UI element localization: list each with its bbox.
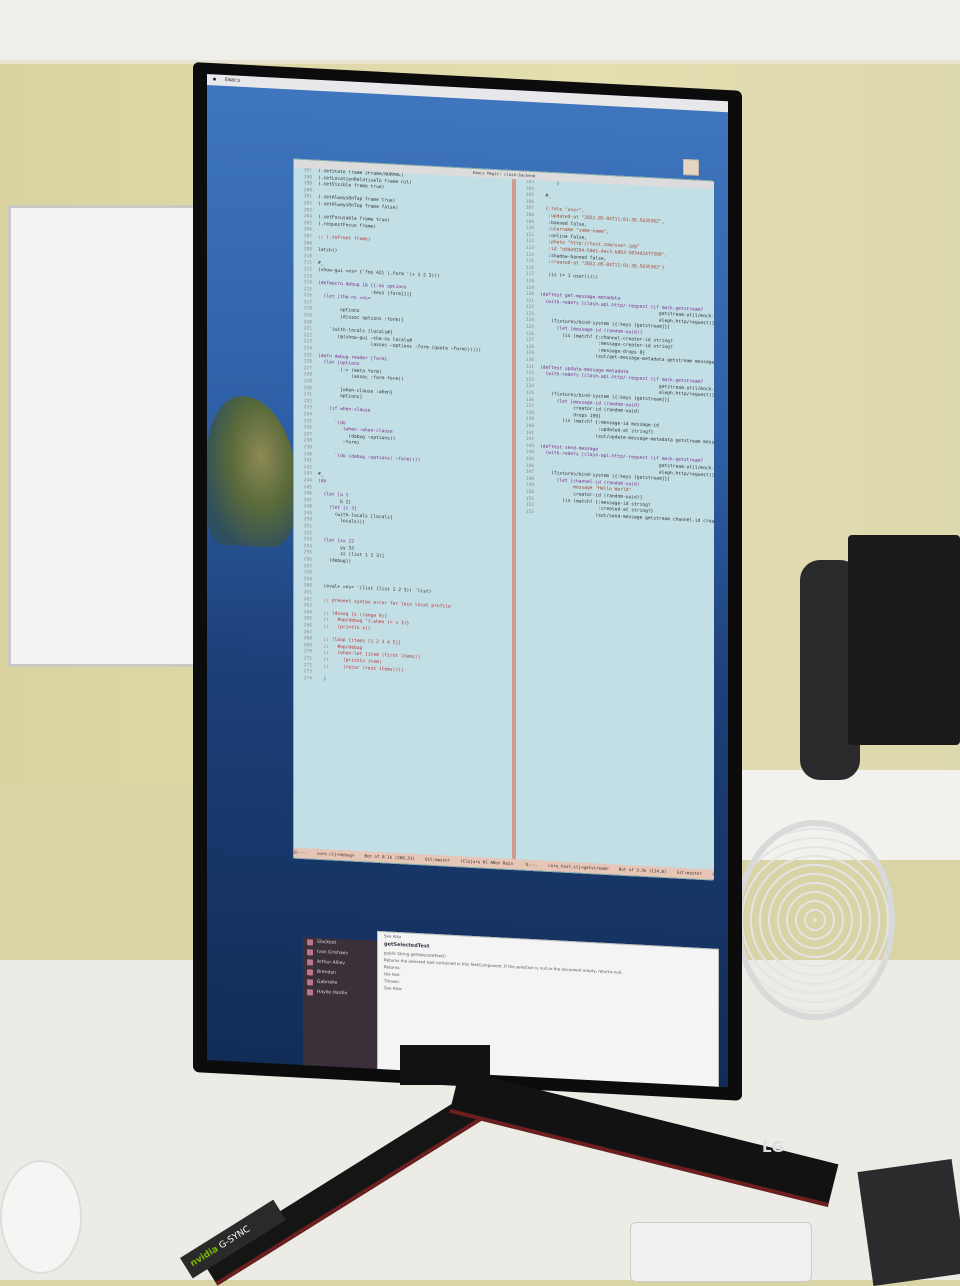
wallpaper-island — [207, 394, 297, 549]
dark-device — [857, 1158, 960, 1286]
mode-line-segment: U:--- — [525, 861, 539, 868]
mode-line-segment: Bot of 8.1k (208,31) — [364, 853, 415, 861]
code-text: locals))) — [318, 518, 366, 526]
mode-line-segment: U:--- — [294, 849, 307, 856]
code-text: #_ — [318, 472, 324, 478]
code-text: ~form) — [318, 439, 360, 447]
second-monitor — [848, 535, 960, 745]
mode-line-segment: Git:master — [676, 869, 702, 876]
file-icon — [683, 158, 699, 176]
desktop-file-1[interactable] — [683, 158, 699, 176]
code-text: (let [xx 22 — [318, 538, 354, 545]
code-text: (if when-clause — [318, 406, 371, 414]
code-text: options] — [318, 393, 363, 401]
code-text: ) — [318, 676, 327, 682]
code-text: (let [a 1 — [318, 491, 349, 499]
code-text: (debug)) — [318, 557, 352, 565]
code-text: (do — [318, 478, 327, 485]
chat-sidebar: Slackbot Ivan Grishaev Arthur Alliev Brenda… — [303, 937, 377, 1071]
mode-line-segment: Bot of 3.5k (114,0) — [618, 866, 667, 875]
desk-fan — [735, 820, 895, 1020]
mode-line-segment: (Clojure Hl — [711, 871, 714, 878]
ceiling — [0, 0, 960, 60]
mode-line-segment: core_test.clj<getstream> — [548, 862, 609, 872]
mode-line-segment: Git:master — [424, 856, 451, 863]
mode-line-segment: core.clj<debug> — [316, 850, 355, 858]
chat-sidebar-list: Slackbot Ivan Grishaev Arthur Alliev Brenda… — [303, 937, 377, 1001]
code-text: latch)) — [318, 247, 338, 254]
editor-pane-right[interactable]: 103 } 104 105 #_ 106 107 {:role "user", 108 :… — [516, 179, 714, 870]
lg-logo: LG — [762, 1138, 784, 1156]
editor-pane-left[interactable]: 197 (.setState frame JFrame/NORMAL) 198 (.s… — [294, 167, 512, 859]
code-text: #_ — [318, 261, 324, 267]
monitor-screen: ● Emacs Slackbot Ivan Grishaev Arthur Alli… — [207, 74, 728, 1088]
keyboard — [630, 1222, 812, 1282]
code-text: `(do — [318, 419, 346, 426]
line-number: 153 — [525, 509, 534, 515]
whiteboard — [8, 205, 208, 667]
emacs-window[interactable]: Emacs Magit: clash-backend 197 (.setState… — [293, 158, 714, 881]
apple-icon[interactable]: ● — [213, 76, 216, 82]
mode-line-segment: (Clojure Hl ARev Rain — [460, 858, 514, 867]
code-text: } — [540, 180, 560, 187]
menubar-app-name[interactable]: Emacs — [225, 77, 240, 84]
line-number: 274 — [303, 675, 312, 682]
code-text: (let [the-ns =ns= — [318, 294, 371, 302]
code-text: #_ — [540, 193, 552, 200]
tea-cup — [0, 1160, 82, 1274]
